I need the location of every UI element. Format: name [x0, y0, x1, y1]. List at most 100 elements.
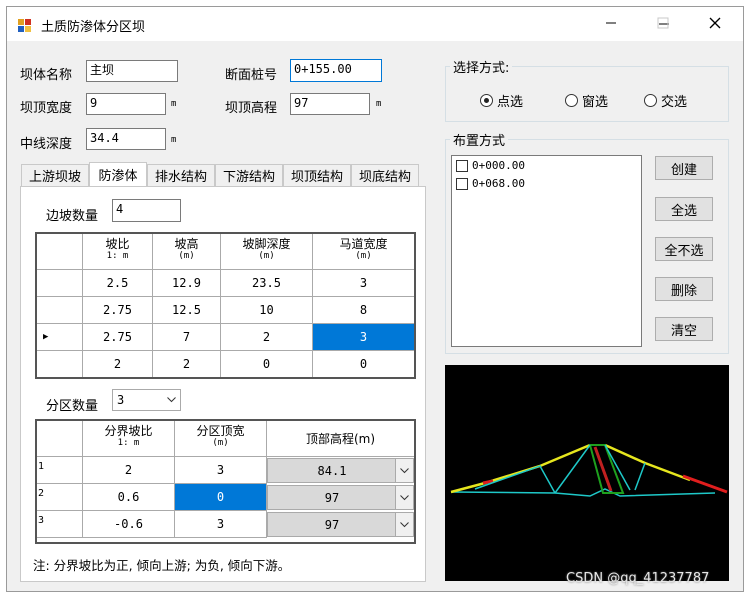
tab-crest[interactable]: 坝顶结构 — [283, 164, 351, 186]
row-header[interactable] — [37, 297, 83, 324]
dam-name-field[interactable]: 主坝 — [86, 60, 178, 82]
dam-name-label: 坝体名称 — [20, 68, 73, 83]
table-cell[interactable]: 8 — [313, 297, 414, 324]
chevron-down-icon — [395, 513, 413, 536]
row-header[interactable] — [37, 270, 83, 297]
table-cell[interactable]: 3 — [175, 457, 267, 484]
table-cell[interactable]: 12.9 — [153, 270, 221, 297]
col-header-ratio: 坡比 1: m — [83, 234, 153, 270]
minimize-icon — [606, 22, 616, 24]
close-icon — [709, 17, 721, 29]
tab-downstream[interactable]: 下游结构 — [215, 164, 283, 186]
downstream-toe-line — [682, 474, 728, 494]
downstream-drain-line — [634, 462, 646, 491]
table-cell-selected[interactable]: 3 — [313, 324, 414, 351]
clear-button[interactable]: 清空 — [655, 317, 713, 341]
table-cell[interactable]: 12.5 — [153, 297, 221, 324]
table-cell[interactable]: 2.5 — [83, 270, 153, 297]
maximize-button[interactable] — [640, 6, 686, 40]
list-item[interactable]: 0+068.00 — [456, 177, 525, 190]
slope-count-field[interactable]: 4 — [112, 199, 181, 222]
downstream-slope-line — [604, 443, 691, 482]
table-cell[interactable]: 3 — [175, 511, 267, 538]
select-none-button[interactable]: 全不选 — [655, 237, 713, 261]
radio-window-select[interactable]: 窗选 — [565, 91, 608, 110]
crest-elev-label: 坝顶高程 — [225, 101, 278, 116]
top-elev-select[interactable]: 97 — [267, 485, 414, 510]
radio-point-select[interactable]: 点选 — [480, 91, 523, 110]
minimize-control[interactable] — [588, 6, 634, 40]
section-label: 断面桩号 — [225, 68, 278, 83]
section-field[interactable]: 0+155.00 — [290, 59, 382, 82]
top-elev-select[interactable]: 84.1 — [267, 458, 414, 483]
top-elev-select[interactable]: 97 — [267, 512, 414, 537]
col-header-top-elev: 顶部高程(m) — [267, 421, 414, 457]
zone-grid[interactable]: 分界坡比 1: m 分区顶宽 (m) 顶部高程(m) 1 2 3 84.1 2 0.… — [35, 419, 416, 544]
table-cell-selected[interactable]: 0 — [175, 484, 267, 511]
table-cell[interactable]: 2.75 — [83, 297, 153, 324]
col-header-berm-width: 马道宽度 (m) — [313, 234, 414, 270]
table-cell[interactable]: 2 — [221, 324, 313, 351]
table-cell[interactable]: -0.6 — [83, 511, 175, 538]
radio-cross-select[interactable]: 交选 — [644, 91, 687, 110]
grid-corner — [37, 421, 83, 457]
col-header-zone-width: 分区顶宽 (m) — [175, 421, 267, 457]
foundation-line — [450, 488, 716, 497]
tab-drainage[interactable]: 排水结构 — [147, 164, 215, 186]
centerline-label: 中线深度 — [20, 137, 73, 152]
row-header-current[interactable]: ▶ — [37, 324, 83, 351]
table-cell[interactable]: 23.5 — [221, 270, 313, 297]
close-button[interactable] — [692, 6, 738, 40]
maximize-icon — [657, 17, 669, 29]
delete-button[interactable]: 删除 — [655, 277, 713, 301]
checkbox-icon[interactable] — [456, 177, 468, 190]
slope-count-label: 边坡数量 — [46, 209, 99, 224]
station-listbox[interactable]: 0+000.00 0+068.00 — [451, 155, 642, 347]
slope-grid[interactable]: 坡比 1: m 坡高 (m) 坡脚深度 (m) 马道宽度 (m) 2.5 12.9 23… — [35, 232, 416, 379]
row-index[interactable]: 2 — [37, 484, 83, 511]
table-cell[interactable]: 2 — [83, 457, 175, 484]
chevron-down-icon — [395, 486, 413, 509]
tab-strip: 上游坝坡 防渗体 排水结构 下游结构 坝顶结构 坝底结构 — [21, 162, 421, 188]
chevron-down-icon — [395, 459, 413, 482]
window-title: 土质防渗体分区坝 — [41, 20, 146, 35]
create-button[interactable]: 创建 — [655, 156, 713, 180]
col-header-boundary-ratio: 分界坡比 1: m — [83, 421, 175, 457]
radio-unchecked-icon — [644, 94, 657, 107]
row-index[interactable]: 1 — [37, 457, 83, 484]
crest-elev-field[interactable]: 97 — [290, 93, 370, 115]
tab-upstream-slope[interactable]: 上游坝坡 — [21, 164, 89, 186]
radio-unchecked-icon — [565, 94, 578, 107]
chevron-down-icon — [163, 390, 180, 410]
upstream-filter-line — [474, 465, 556, 494]
centerline-unit: m — [171, 135, 177, 145]
table-cell[interactable]: 3 — [313, 270, 414, 297]
app-icon — [18, 19, 31, 32]
table-cell[interactable]: 7 — [153, 324, 221, 351]
table-cell[interactable]: 2 — [83, 351, 153, 377]
tab-base[interactable]: 坝底结构 — [351, 164, 419, 186]
dam-preview-canvas — [445, 365, 729, 581]
table-cell[interactable]: 10 — [221, 297, 313, 324]
crest-width-unit: m — [171, 99, 177, 109]
select-all-button[interactable]: 全选 — [655, 197, 713, 221]
watermark-text: CSDN @qq_41237787 — [566, 571, 710, 586]
centerline-field[interactable]: 34.4 — [86, 128, 166, 150]
table-cell[interactable]: 2.75 — [83, 324, 153, 351]
crest-width-label: 坝顶宽度 — [20, 101, 73, 116]
col-header-height: 坡高 (m) — [153, 234, 221, 270]
row-header[interactable] — [37, 351, 83, 377]
tab-seepage-body[interactable]: 防渗体 — [89, 162, 147, 186]
table-cell[interactable]: 0 — [313, 351, 414, 377]
table-cell[interactable]: 0 — [221, 351, 313, 377]
checkbox-icon[interactable] — [456, 159, 468, 172]
crest-width-field[interactable]: 9 — [86, 93, 166, 115]
crest-elev-unit: m — [376, 99, 382, 109]
row-index[interactable]: 3 — [37, 511, 83, 538]
table-cell[interactable]: 0.6 — [83, 484, 175, 511]
zone-count-label: 分区数量 — [46, 399, 99, 414]
zone-count-select[interactable]: 3 — [112, 389, 181, 411]
note-text: 注: 分界坡比为正, 倾向上游; 为负, 倾向下游。 — [33, 558, 291, 573]
table-cell[interactable]: 2 — [153, 351, 221, 377]
list-item[interactable]: 0+000.00 — [456, 159, 525, 172]
